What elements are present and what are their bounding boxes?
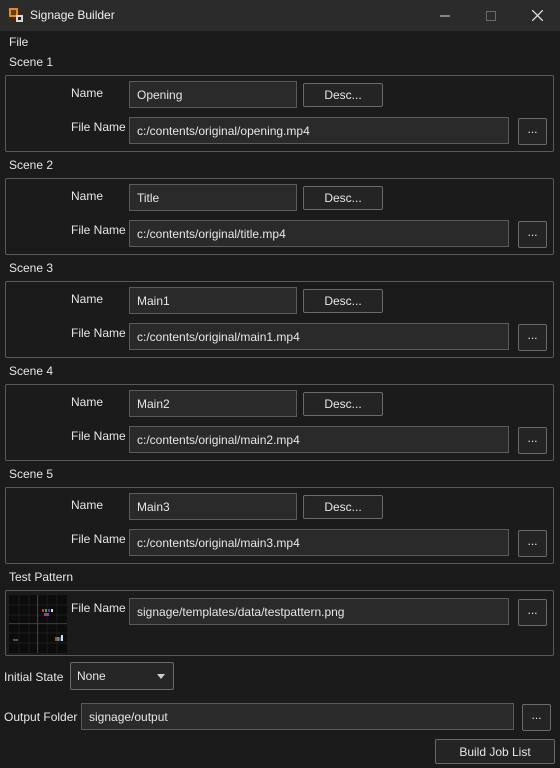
scene-4-name-label: Name: [71, 395, 104, 409]
scene-4-desc-button[interactable]: Desc...: [303, 392, 383, 416]
scene-4-file-input[interactable]: c:/contents/original/main2.mp4: [129, 426, 509, 453]
chevron-down-icon: [157, 674, 165, 679]
scene-3-desc-button[interactable]: Desc...: [303, 289, 383, 313]
scene-1-name-label: Name: [71, 86, 104, 100]
window-title: Signage Builder: [30, 8, 115, 22]
test-pattern-thumbnail: [9, 595, 67, 653]
scene-3-file-input[interactable]: c:/contents/original/main1.mp4: [129, 323, 509, 350]
scene-5-name-label: Name: [71, 498, 104, 512]
scene-2-file-input[interactable]: c:/contents/original/title.mp4: [129, 220, 509, 247]
scene-4-name-input[interactable]: Main2: [129, 390, 297, 417]
app-icon: [8, 7, 24, 23]
scene-4-label: Scene 4: [9, 364, 54, 378]
scene-2-file-label: File Name: [71, 223, 126, 237]
initial-state-label: Initial State: [4, 670, 64, 684]
scene-5-file-input[interactable]: c:/contents/original/main3.mp4: [129, 529, 509, 556]
scene-2-name-input[interactable]: Title: [129, 184, 297, 211]
scene-4-file-label: File Name: [71, 429, 126, 443]
scene-5-browse-button[interactable]: ...: [518, 530, 547, 557]
scene-3-name-label: Name: [71, 292, 104, 306]
scene-3-file-label: File Name: [71, 326, 126, 340]
output-folder-browse-button[interactable]: ...: [522, 704, 551, 731]
scene-3-browse-button[interactable]: ...: [518, 324, 547, 351]
output-folder-input[interactable]: signage/output: [81, 703, 514, 730]
menu-file[interactable]: File: [9, 35, 28, 49]
maximize-icon[interactable]: [468, 0, 514, 31]
scene-2-name-label: Name: [71, 189, 104, 203]
scene-1-browse-button[interactable]: ...: [518, 118, 547, 145]
scene-1-name-input[interactable]: Opening: [129, 81, 297, 108]
scene-5-name-input[interactable]: Main3: [129, 493, 297, 520]
output-folder-label: Output Folder: [4, 710, 78, 724]
scene-4-browse-button[interactable]: ...: [518, 427, 547, 454]
minimize-icon[interactable]: [422, 0, 468, 31]
build-job-list-button[interactable]: Build Job List: [435, 739, 555, 764]
scene-2-browse-button[interactable]: ...: [518, 221, 547, 248]
scene-5-label: Scene 5: [9, 467, 54, 481]
scene-1-desc-button[interactable]: Desc...: [303, 83, 383, 107]
initial-state-value: None: [77, 669, 106, 683]
test-pattern-file-input[interactable]: signage/templates/data/testpattern.png: [129, 598, 509, 625]
scene-5-file-label: File Name: [71, 532, 126, 546]
test-pattern-label: Test Pattern: [9, 570, 74, 584]
close-icon[interactable]: [514, 0, 560, 31]
scene-3-name-input[interactable]: Main1: [129, 287, 297, 314]
scene-2-desc-button[interactable]: Desc...: [303, 186, 383, 210]
test-pattern-file-label: File Name: [71, 601, 126, 615]
scene-2-label: Scene 2: [9, 158, 54, 172]
title-bar: Signage Builder: [0, 0, 560, 31]
initial-state-select[interactable]: None: [70, 662, 174, 690]
test-pattern-browse-button[interactable]: ...: [518, 599, 547, 626]
scene-1-file-input[interactable]: c:/contents/original/opening.mp4: [129, 117, 509, 144]
scene-1-label: Scene 1: [9, 55, 54, 69]
scene-1-file-label: File Name: [71, 120, 126, 134]
scene-3-label: Scene 3: [9, 261, 54, 275]
scene-5-desc-button[interactable]: Desc...: [303, 495, 383, 519]
